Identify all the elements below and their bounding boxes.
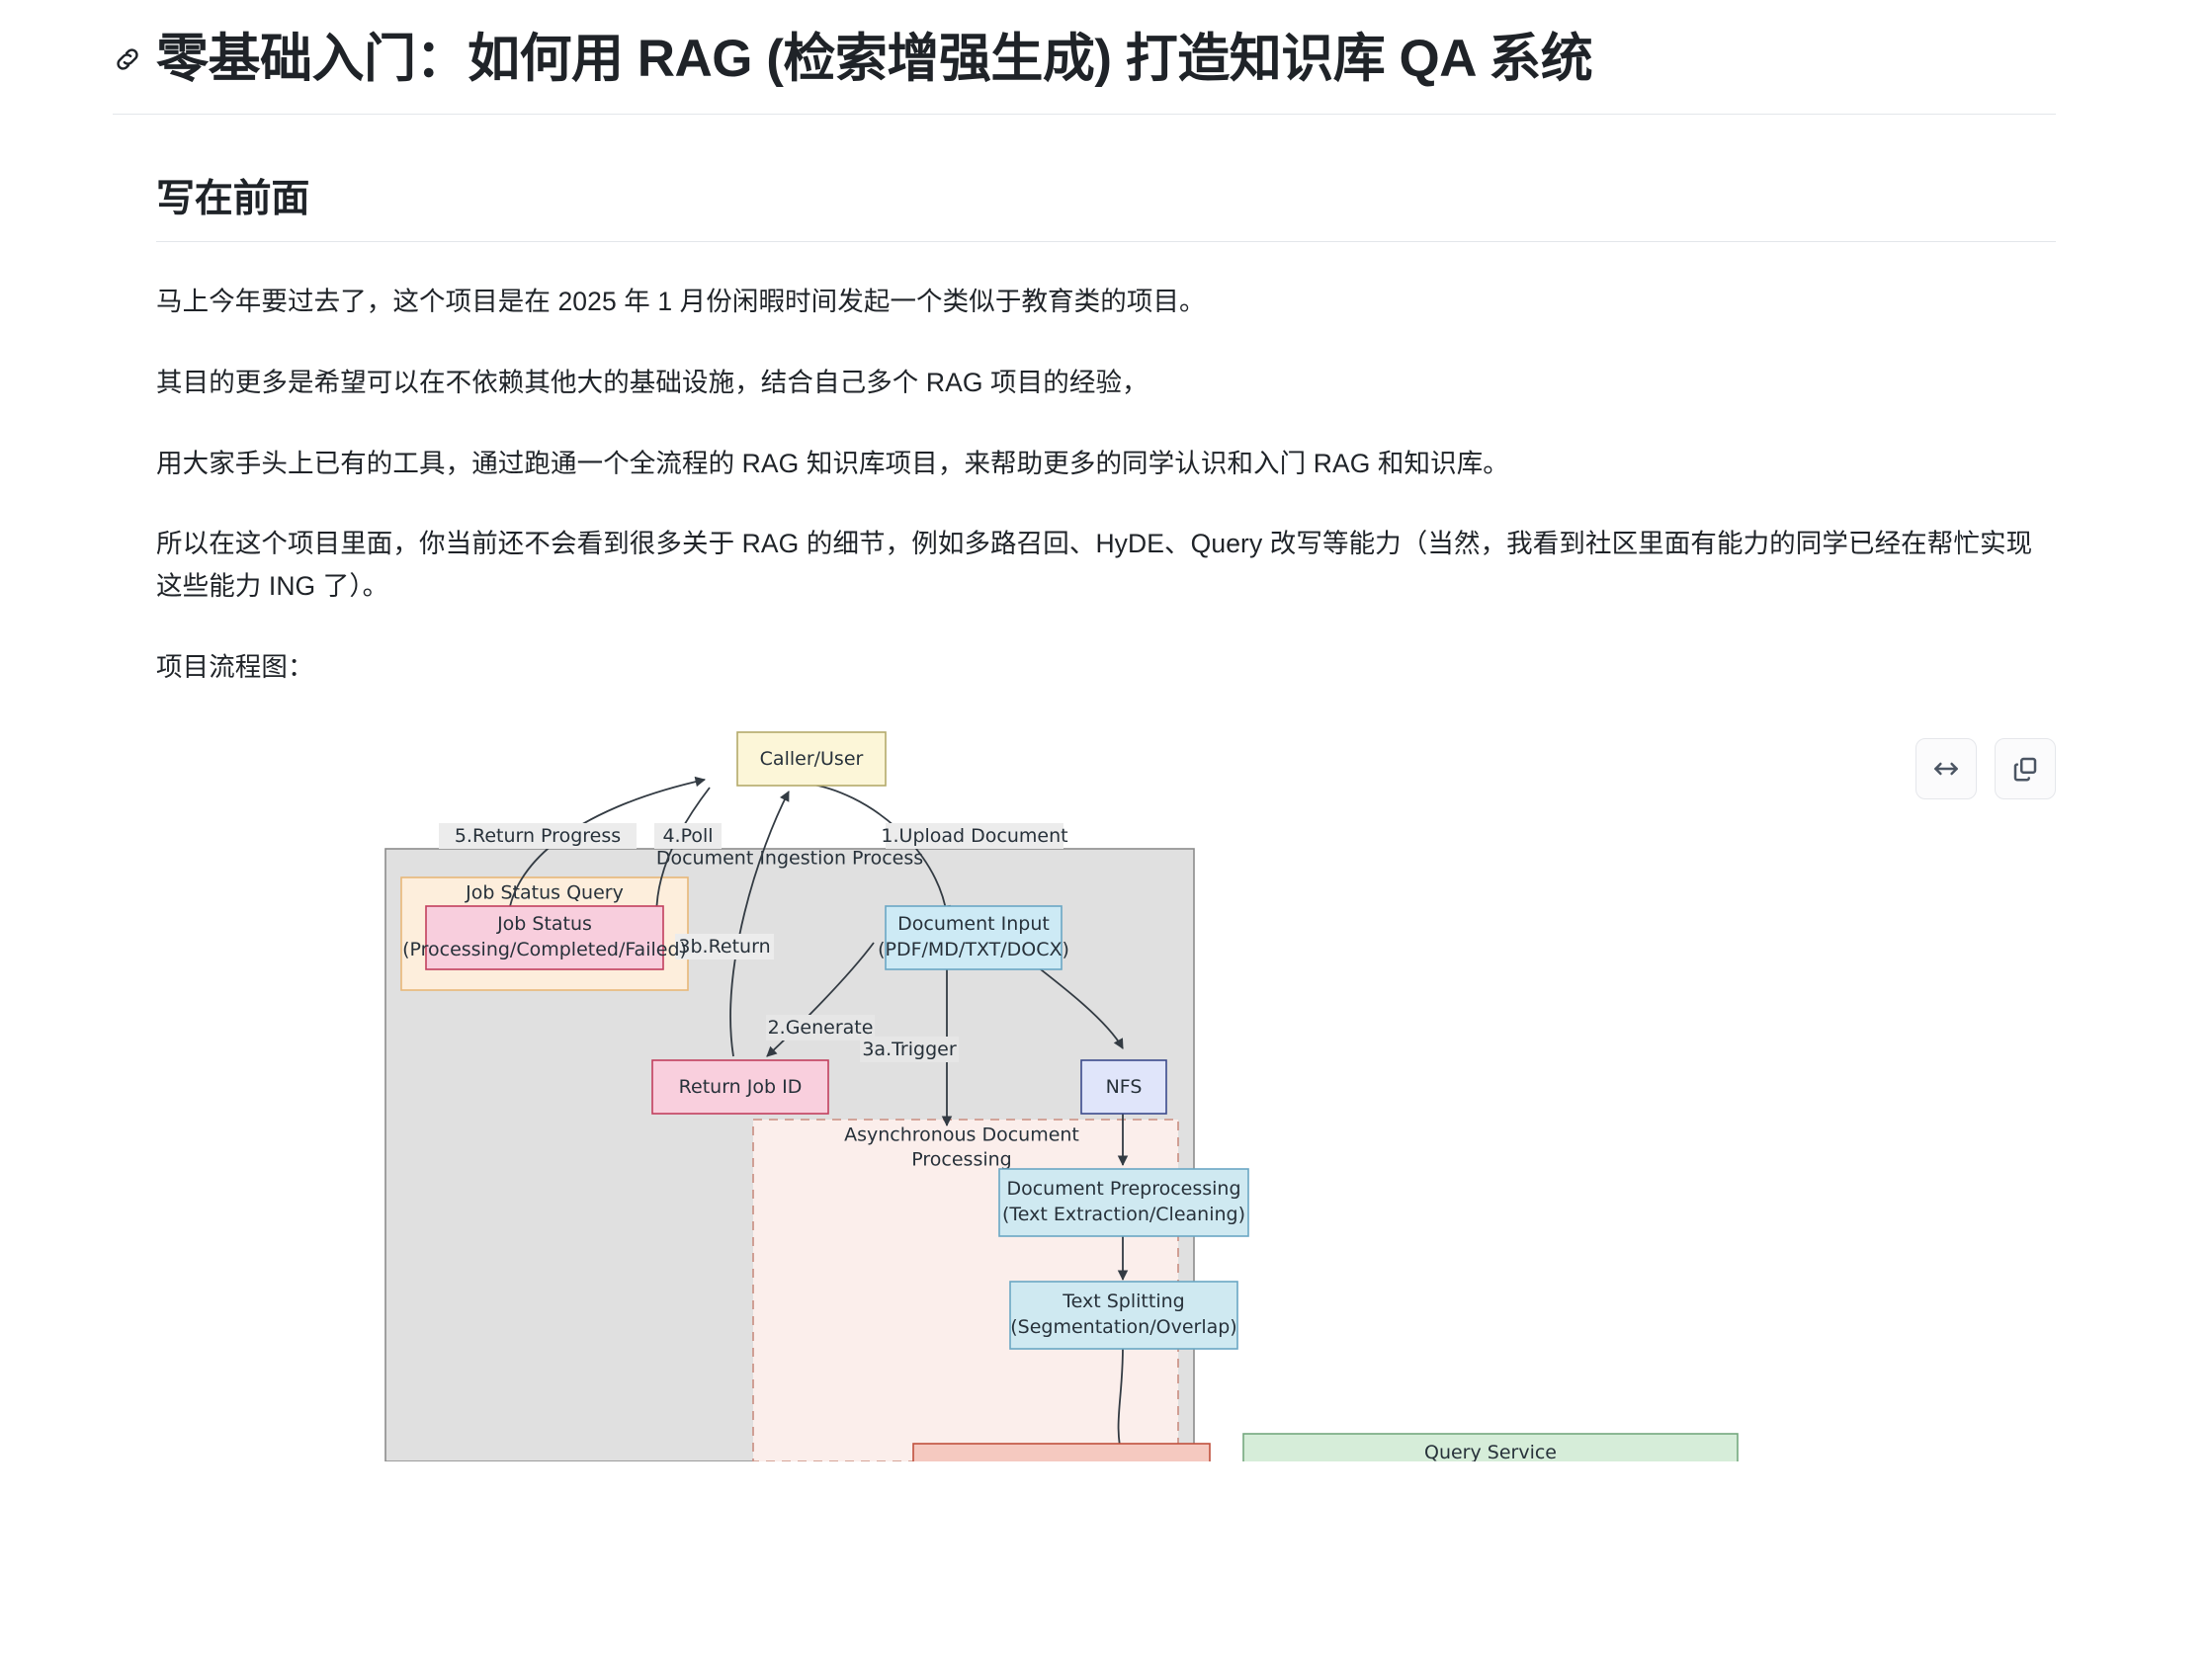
svg-text:(Segmentation/Overlap): (Segmentation/Overlap)	[1010, 1316, 1236, 1338]
paragraph-3: 用大家手头上已有的工具，通过跑通一个全流程的 RAG 知识库项目，来帮助更多的同…	[156, 448, 1509, 478]
edge-label-3b-return: 3b.Return	[675, 934, 774, 960]
diagram-toolbar	[1915, 738, 2056, 800]
cluster-label-async-2: Processing	[911, 1149, 1011, 1171]
cluster-label-ingestion: Document Ingestion Process	[656, 848, 923, 870]
svg-text:1.Upload Document: 1.Upload Document	[881, 825, 1067, 847]
copy-icon	[2010, 754, 2040, 784]
paragraph-1: 马上今年要过去了，这个项目是在 2025 年 1 月份闲暇时间发起一个类似于教育…	[156, 286, 1206, 316]
node-document-input: Document Input (PDF/MD/TXT/DOCX)	[878, 905, 1069, 970]
svg-text:Document Preprocessing: Document Preprocessing	[1006, 1178, 1240, 1200]
svg-text:Query Service: Query Service	[1424, 1442, 1557, 1461]
node-text-splitting: Text Splitting (Segmentation/Overlap)	[1009, 1281, 1238, 1350]
svg-text:2.Generate: 2.Generate	[768, 1017, 874, 1039]
node-caller-user: Caller/User	[736, 731, 887, 787]
article-body: 零基础入门：如何用 RAG (检索增强生成) 打造知识库 QA 系统 写在前面 …	[0, 0, 2212, 1462]
svg-text:Caller/User: Caller/User	[760, 748, 864, 770]
node-cutoff-box	[912, 1443, 1211, 1462]
flowchart: Document Ingestion Process Job Status Qu…	[156, 730, 2056, 1462]
edge-label-5-return-progress: 5.Return Progress	[439, 823, 637, 850]
paragraph-5: 项目流程图：	[156, 652, 314, 683]
svg-text:3b.Return: 3b.Return	[678, 936, 770, 958]
cluster-label-async-1: Asynchronous Document	[844, 1125, 1079, 1146]
node-job-status: Job Status (Processing/Completed/Failed)	[402, 905, 687, 970]
svg-text:Document Input: Document Input	[897, 913, 1050, 935]
svg-text:4.Poll: 4.Poll	[662, 825, 713, 847]
node-return-job-id: Return Job ID	[651, 1059, 829, 1115]
edge-label-3a-trigger: 3a.Trigger	[860, 1037, 959, 1063]
svg-text:Text Splitting: Text Splitting	[1062, 1291, 1184, 1312]
paragraph-2: 其目的更多是希望可以在不依赖其他大的基础设施，结合自己多个 RAG 项目的经验，	[156, 367, 1149, 397]
page-title-row: 零基础入门：如何用 RAG (检索增强生成) 打造知识库 QA 系统	[113, 28, 2056, 115]
copy-button[interactable]	[1995, 738, 2056, 800]
svg-text:Return Job ID: Return Job ID	[679, 1076, 803, 1098]
svg-text:(PDF/MD/TXT/DOCX): (PDF/MD/TXT/DOCX)	[878, 939, 1069, 960]
edge-label-4-poll: 4.Poll	[654, 823, 722, 850]
node-nfs: NFS	[1080, 1059, 1167, 1115]
horizontal-arrows-icon	[1931, 754, 1961, 784]
svg-text:5.Return Progress: 5.Return Progress	[455, 825, 621, 847]
cluster-label-job-status-query: Job Status Query	[465, 882, 624, 904]
expand-width-button[interactable]	[1915, 738, 1977, 800]
svg-text:Job Status: Job Status	[496, 913, 592, 935]
link-icon[interactable]	[113, 44, 142, 74]
svg-text:(Processing/Completed/Failed): (Processing/Completed/Failed)	[402, 939, 687, 960]
diagram-container: Document Ingestion Process Job Status Qu…	[156, 730, 2056, 1462]
paragraph-4: 所以在这个项目里面，你当前还不会看到很多关于 RAG 的细节，例如多路召回、Hy…	[156, 529, 2033, 602]
svg-text:(Text Extraction/Cleaning): (Text Extraction/Cleaning)	[1002, 1204, 1245, 1225]
edge-label-1-upload-document: 1.Upload Document	[881, 823, 1068, 850]
node-document-preprocessing: Document Preprocessing (Text Extraction/…	[998, 1168, 1249, 1237]
section-heading: 写在前面	[156, 168, 2056, 242]
node-query-service: Query Service	[1242, 1433, 1739, 1462]
page-title: 零基础入门：如何用 RAG (检索增强生成) 打造知识库 QA 系统	[156, 30, 1593, 88]
edge-label-2-generate: 2.Generate	[766, 1015, 875, 1041]
svg-text:3a.Trigger: 3a.Trigger	[862, 1039, 956, 1060]
svg-text:NFS: NFS	[1106, 1076, 1143, 1098]
